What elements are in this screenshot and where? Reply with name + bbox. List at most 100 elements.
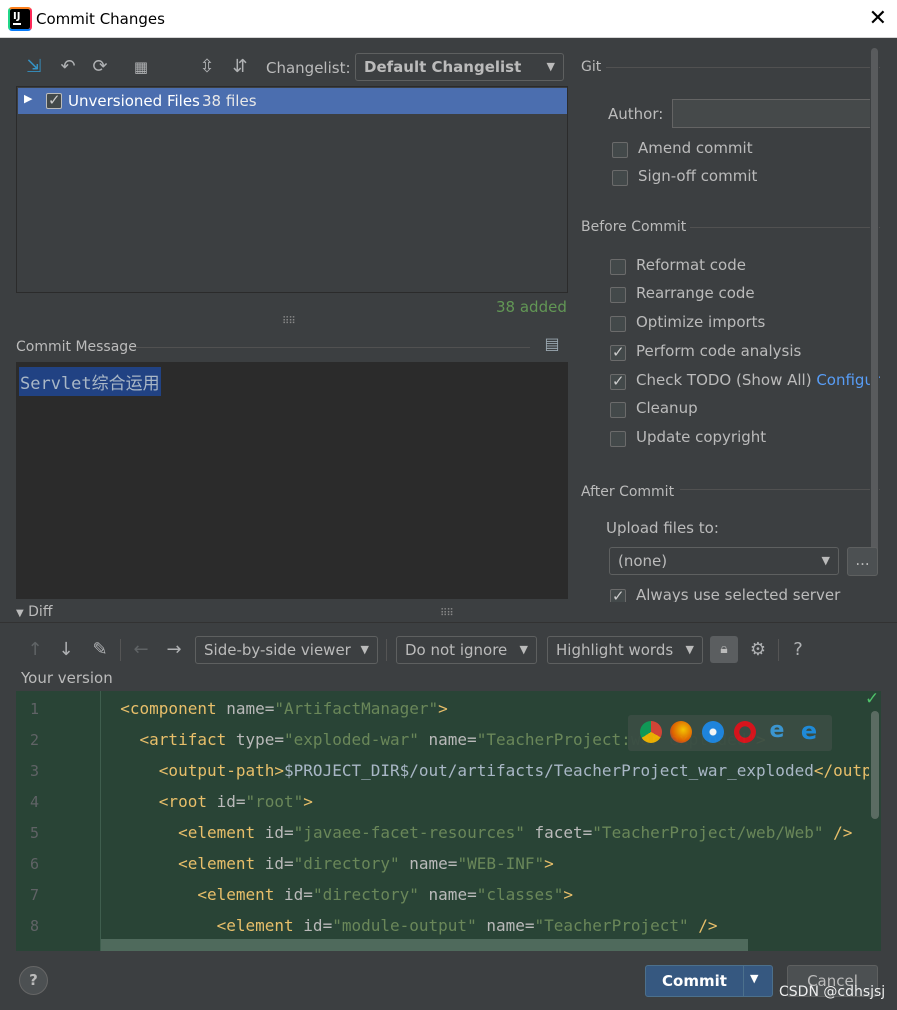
- collapse-diff-icon[interactable]: ▼: [16, 608, 24, 619]
- sign-off-checkbox[interactable]: [612, 170, 628, 186]
- code-line: <root id="root">: [101, 792, 313, 811]
- window-title: Commit Changes: [36, 10, 165, 28]
- edge-icon[interactable]: e: [798, 719, 820, 743]
- next-difference-icon[interactable]: ↓: [57, 640, 75, 660]
- diff-editor[interactable]: 1 <component name="ArtifactManager"> 2 <a…: [16, 691, 881, 951]
- intellij-app-icon: IJ: [8, 7, 32, 31]
- refresh-icon[interactable]: ⟳: [90, 57, 110, 77]
- changelist-select[interactable]: Default Changelist ▼: [355, 53, 564, 81]
- divider: [778, 639, 779, 661]
- forward-arrow-icon[interactable]: →: [164, 640, 184, 660]
- commit-options-chevron-icon[interactable]: ▼: [750, 972, 758, 985]
- chrome-icon[interactable]: [640, 721, 662, 743]
- reformat-code-checkbox[interactable]: [610, 259, 626, 275]
- git-section-title: Git: [581, 59, 602, 75]
- tree-row-unversioned[interactable]: ▶ Unversioned Files 38 files: [18, 88, 567, 114]
- diff-splitter-grip[interactable]: ⠿⠿: [440, 608, 454, 619]
- commit-button-label: Commit: [662, 972, 727, 990]
- undo-icon[interactable]: ↶: [58, 57, 78, 77]
- code-token: "classes": [476, 885, 564, 904]
- line-gutter: [16, 691, 100, 951]
- author-label: Author:: [608, 105, 664, 123]
- diff-help-icon[interactable]: ?: [789, 640, 807, 660]
- optimize-imports-label: Optimize imports: [636, 313, 766, 331]
- scrollbar-thumb[interactable]: [871, 711, 879, 819]
- code-token: >: [544, 854, 554, 873]
- help-button[interactable]: ?: [19, 966, 48, 995]
- line-number: 2: [30, 731, 40, 749]
- gear-icon[interactable]: ⚙: [747, 640, 769, 660]
- commit-message-label: Commit Message: [16, 339, 137, 355]
- lock-icon[interactable]: 🔒︎: [710, 636, 738, 663]
- optimize-imports-checkbox[interactable]: [610, 316, 626, 332]
- code-line: <element id="directory" name="classes">: [101, 885, 573, 904]
- group-by-icon[interactable]: ▦: [131, 57, 151, 77]
- changes-tree[interactable]: ▶ Unversioned Files 38 files: [16, 86, 568, 293]
- code-token: "TeacherProject/web/Web": [592, 823, 824, 842]
- code-line: <component name="ArtifactManager">: [101, 699, 448, 718]
- commit-message-text: Servlet综合运用: [19, 367, 161, 396]
- expand-all-icon[interactable]: ⇳: [197, 57, 217, 77]
- ignore-whitespace-select[interactable]: Do not ignore ▼: [396, 636, 537, 664]
- commit-message-input[interactable]: Servlet综合运用: [16, 362, 568, 599]
- close-icon[interactable]: ✕: [869, 6, 887, 31]
- line-number: 8: [30, 917, 40, 935]
- compare-arrows-icon[interactable]: ⇲: [24, 57, 44, 77]
- collapse-all-icon[interactable]: ⇵: [230, 57, 250, 77]
- previous-difference-icon[interactable]: ↑: [26, 640, 44, 660]
- code-token: <artifact: [139, 730, 236, 749]
- code-token: "directory": [293, 854, 400, 873]
- upload-files-label: Upload files to:: [606, 519, 719, 537]
- changelist-label: Changelist:: [266, 59, 351, 77]
- internet-explorer-icon[interactable]: e: [766, 720, 788, 743]
- update-copyright-checkbox[interactable]: [610, 431, 626, 447]
- opera-icon[interactable]: [734, 721, 756, 743]
- firefox-icon[interactable]: [670, 721, 692, 743]
- commit-button[interactable]: Commit ▼: [645, 965, 773, 997]
- code-token: <element: [178, 823, 265, 842]
- code-token: />: [688, 916, 718, 935]
- unversioned-checkbox[interactable]: [46, 91, 62, 109]
- perform-code-analysis-label: Perform code analysis: [636, 342, 802, 360]
- divider: [680, 489, 880, 490]
- options-scrollbar[interactable]: [870, 46, 879, 602]
- your-version-label: Your version: [21, 669, 113, 687]
- title-bar: IJ Commit Changes ✕: [0, 0, 897, 38]
- tree-row-count: 38 files: [202, 92, 257, 110]
- author-input[interactable]: [672, 99, 874, 128]
- divider: [386, 639, 387, 661]
- code-token: "module-output": [332, 916, 477, 935]
- diff-title: Diff: [28, 604, 53, 620]
- line-number: 5: [30, 824, 40, 842]
- cleanup-checkbox[interactable]: [610, 402, 626, 418]
- amend-commit-label: Amend commit: [638, 139, 753, 157]
- back-arrow-icon[interactable]: ←: [131, 640, 151, 660]
- check-todo-text: Check TODO (Show All) Configure: [636, 371, 880, 389]
- edit-source-icon[interactable]: ✎: [90, 640, 110, 660]
- diff-header[interactable]: ▼ Diff: [16, 604, 52, 620]
- sign-off-label: Sign-off commit: [638, 167, 758, 185]
- code-token: "directory": [312, 885, 419, 904]
- always-use-server-checkbox[interactable]: [610, 587, 626, 602]
- viewer-select[interactable]: Side-by-side viewer ▼: [195, 636, 378, 664]
- safari-icon[interactable]: [702, 721, 724, 743]
- highlight-select[interactable]: Highlight words ▼: [547, 636, 703, 664]
- code-token: name=: [399, 854, 458, 873]
- code-token: name=: [476, 916, 535, 935]
- code-token: <element: [216, 916, 304, 935]
- amend-commit-checkbox[interactable]: [612, 142, 628, 158]
- upload-server-select[interactable]: (none) ▼: [609, 547, 839, 575]
- code-line: <element id="directory" name="WEB-INF">: [101, 854, 554, 873]
- rearrange-code-checkbox[interactable]: [610, 287, 626, 303]
- chevron-down-icon: ▼: [546, 60, 555, 73]
- perform-code-analysis-checkbox[interactable]: [610, 343, 626, 361]
- code-token: "WEB-INF": [457, 854, 545, 873]
- splitter-grip[interactable]: ⠿⠿: [282, 316, 296, 327]
- configure-servers-button[interactable]: ...: [847, 547, 878, 576]
- horizontal-scrollbar[interactable]: [101, 939, 748, 951]
- message-history-icon[interactable]: ▤: [542, 334, 562, 354]
- expand-arrow-icon[interactable]: ▶: [24, 92, 32, 105]
- check-todo-checkbox[interactable]: [610, 372, 626, 390]
- scrollbar-thumb[interactable]: [871, 48, 878, 574]
- editor-scrollbar[interactable]: [869, 711, 881, 951]
